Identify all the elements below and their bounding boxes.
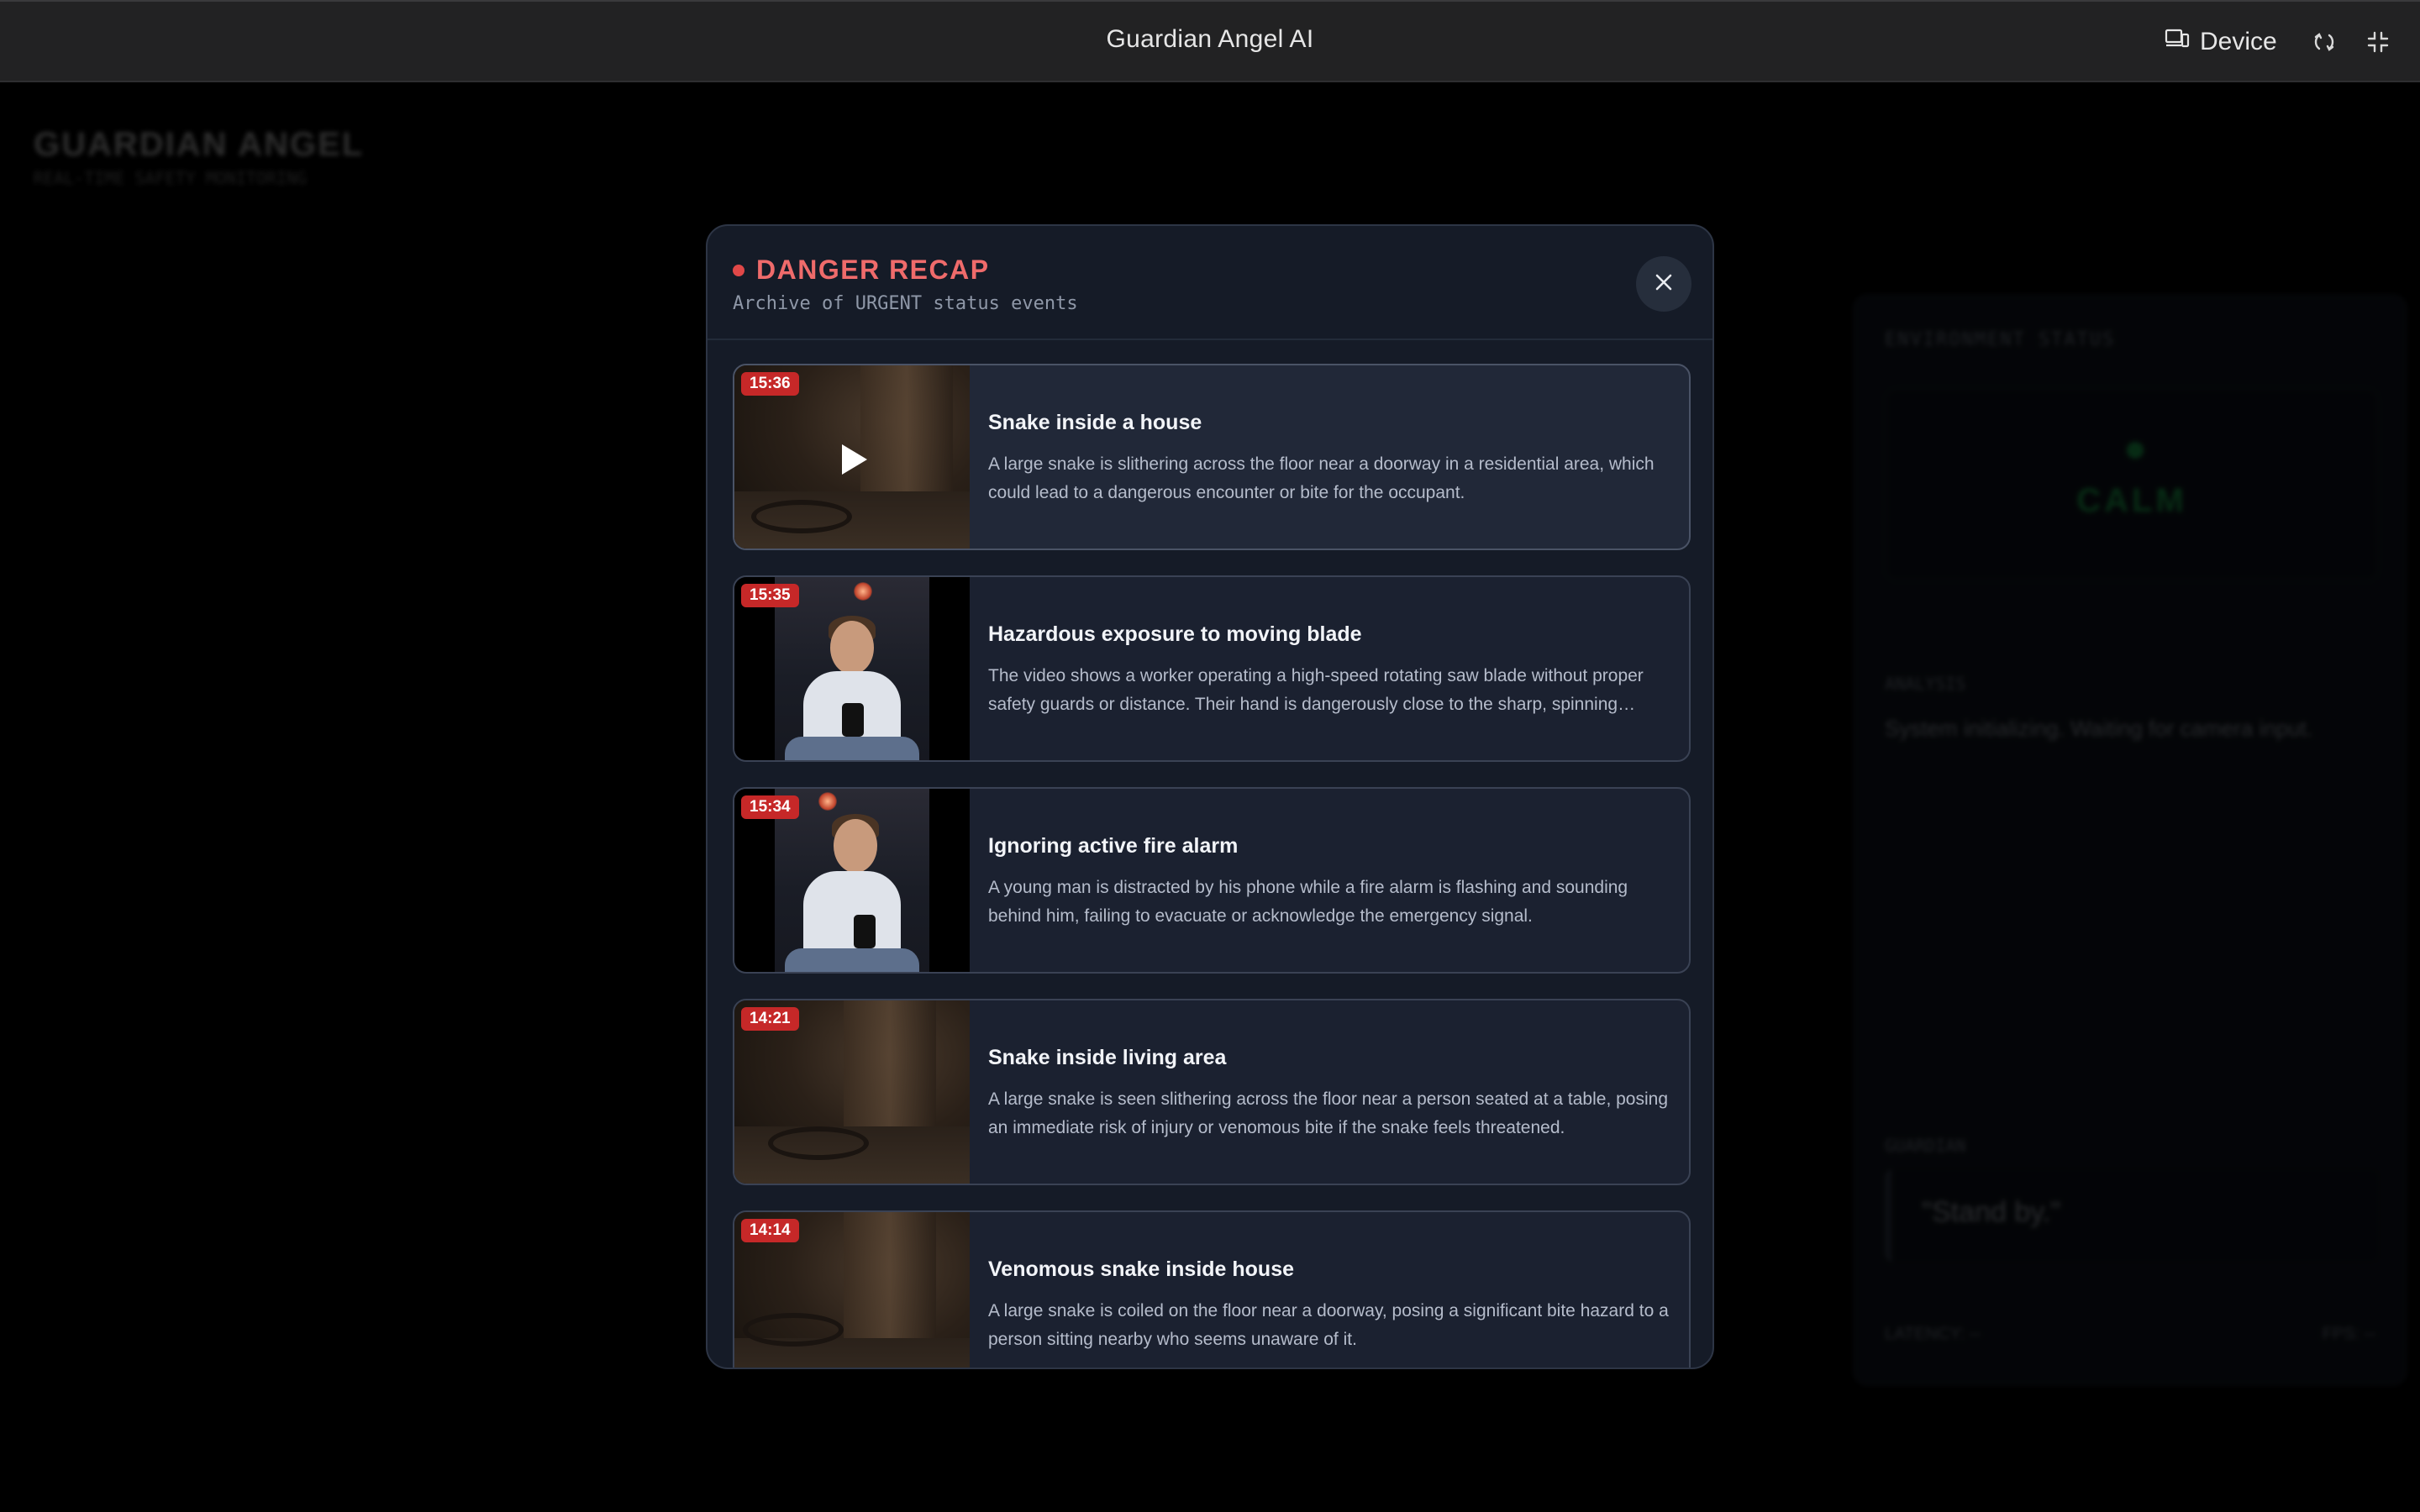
thumb-detail: [785, 737, 919, 760]
play-icon[interactable]: [842, 444, 867, 475]
event-description: A large snake is coiled on the floor nea…: [988, 1301, 1669, 1349]
event-timestamp: 14:21: [741, 1007, 799, 1031]
event-timestamp: 15:35: [741, 584, 799, 607]
modal-title: DANGER RECAP: [756, 255, 990, 285]
app-title: Guardian Angel AI: [1106, 25, 1314, 53]
event-timestamp: 14:14: [741, 1219, 799, 1242]
thumb-detail: [743, 1313, 844, 1347]
thumb-detail: [751, 500, 852, 533]
danger-recap-modal: DANGER RECAP Archive of URGENT status ev…: [706, 224, 1714, 1369]
state-dot: [2127, 442, 2144, 459]
modal-subtitle: Archive of URGENT status events: [733, 293, 1078, 314]
event-thumbnail[interactable]: 15:35: [734, 577, 970, 760]
status-panel: ENVIRONMENT STATUS CALM ANALYSIS System …: [1853, 294, 2407, 1386]
thumb-detail: [768, 1126, 869, 1160]
event-thumbnail[interactable]: 14:21: [734, 1000, 970, 1184]
event-description: A young man is distracted by his phone w…: [988, 878, 1628, 926]
event-thumbnail[interactable]: 15:36: [734, 365, 970, 549]
event-title: Ignoring active fire alarm: [988, 834, 1239, 858]
thumb-detail: [818, 792, 837, 811]
event-card[interactable]: 14:14 Venomous snake inside house A larg…: [733, 1210, 1691, 1368]
thumb-detail: [842, 703, 864, 737]
event-title: Snake inside a house: [988, 411, 1202, 434]
event-card[interactable]: 14:21 Snake inside living area A large s…: [733, 999, 1691, 1185]
event-thumbnail[interactable]: 15:34: [734, 789, 970, 972]
event-title: Snake inside living area: [988, 1046, 1227, 1069]
exit-fullscreen-icon[interactable]: [2363, 27, 2393, 57]
close-icon: [1653, 271, 1675, 297]
thumb-detail: [803, 871, 901, 955]
device-button[interactable]: Device: [2165, 25, 2277, 59]
brand-subtitle: REAL-TIME SAFETY MONITORING: [34, 168, 308, 188]
top-bar: Guardian Angel AI Device: [0, 0, 2420, 82]
analysis-label: ANALYSIS: [1885, 674, 1966, 694]
modal-header: DANGER RECAP Archive of URGENT status ev…: [708, 226, 1712, 340]
event-card[interactable]: 15:36 Snake inside a house A large snake…: [733, 364, 1691, 550]
event-card[interactable]: 15:35 Hazardous exposure to moving blade…: [733, 575, 1691, 762]
event-timestamp: 15:36: [741, 372, 799, 396]
event-thumbnail[interactable]: 14:14: [734, 1212, 970, 1368]
danger-dot-icon: [733, 265, 744, 276]
latency-readout: LATENCY: --: [1885, 1325, 1981, 1343]
state-value: CALM: [2076, 482, 2187, 519]
state-box: CALM: [1885, 388, 2379, 581]
analysis-text: System initializing. Waiting for camera …: [1885, 716, 2313, 741]
event-description: A large snake is slithering across the f…: [988, 454, 1655, 502]
voice-label: GUARDIAN: [1885, 1136, 1966, 1156]
close-button[interactable]: [1636, 256, 1691, 312]
brand-logo: GUARDIAN ANGEL: [34, 126, 365, 163]
event-card[interactable]: 15:34 Ignoring active fire alarm A young…: [733, 787, 1691, 974]
event-title: Venomous snake inside house: [988, 1257, 1295, 1281]
event-timestamp: 15:34: [741, 795, 799, 819]
thumb-detail: [834, 819, 877, 873]
voice-quote: "Stand by.": [1885, 1169, 2379, 1262]
thumb-detail: [830, 621, 874, 675]
event-description: The video shows a worker operating a hig…: [988, 666, 1644, 714]
refresh-icon[interactable]: [2309, 27, 2339, 57]
status-panel-label: ENVIRONMENT STATUS: [1885, 329, 2116, 350]
fps-readout: FPS: --: [2322, 1325, 2375, 1343]
event-title: Hazardous exposure to moving blade: [988, 622, 1362, 646]
device-label: Device: [2200, 28, 2277, 55]
thumb-detail: [785, 948, 919, 972]
event-description: A large snake is seen slithering across …: [988, 1089, 1668, 1137]
thumb-detail: [854, 915, 876, 948]
thumb-detail: [854, 582, 872, 601]
device-icon: [2165, 27, 2190, 57]
